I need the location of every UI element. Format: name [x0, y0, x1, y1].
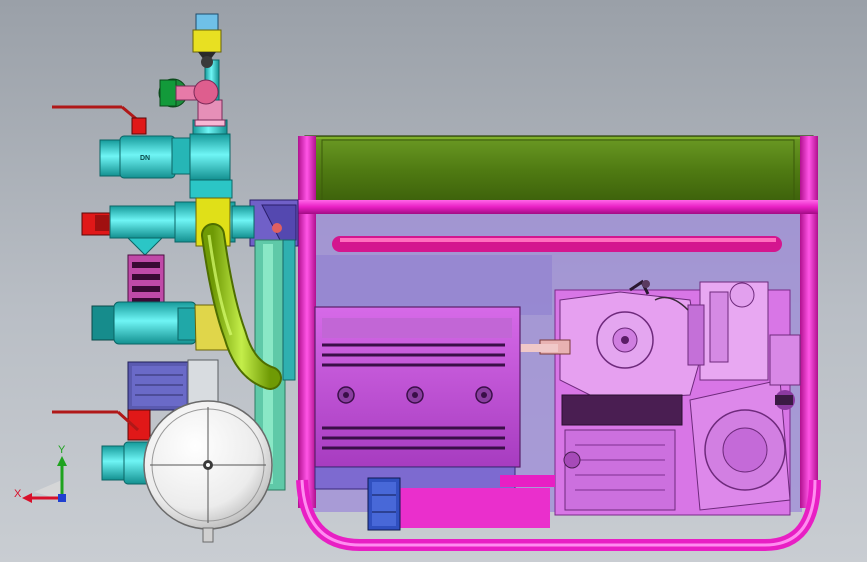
green-valve-knob[interactable] [158, 78, 219, 108]
engine-block[interactable] [518, 279, 801, 516]
z-axis-marker [58, 494, 66, 502]
coordinate-triad: Y X [14, 444, 67, 503]
middle-tee-manifold[interactable] [81, 197, 255, 256]
valve-marking-label: DN [140, 155, 150, 162]
fuel-tank[interactable] [304, 135, 814, 207]
inline-filter[interactable] [127, 254, 165, 308]
pressure-gauge[interactable] [143, 400, 273, 543]
y-axis-label: Y [58, 444, 66, 456]
drain-fitting[interactable] [367, 477, 401, 531]
x-axis-label: X [14, 488, 22, 500]
x-arrow-head [22, 493, 32, 503]
y-arrow-head [57, 456, 67, 466]
generator-pump-assembly-model[interactable]: DN Y X [0, 0, 867, 562]
cad-viewport[interactable]: DN Y X [0, 0, 867, 562]
